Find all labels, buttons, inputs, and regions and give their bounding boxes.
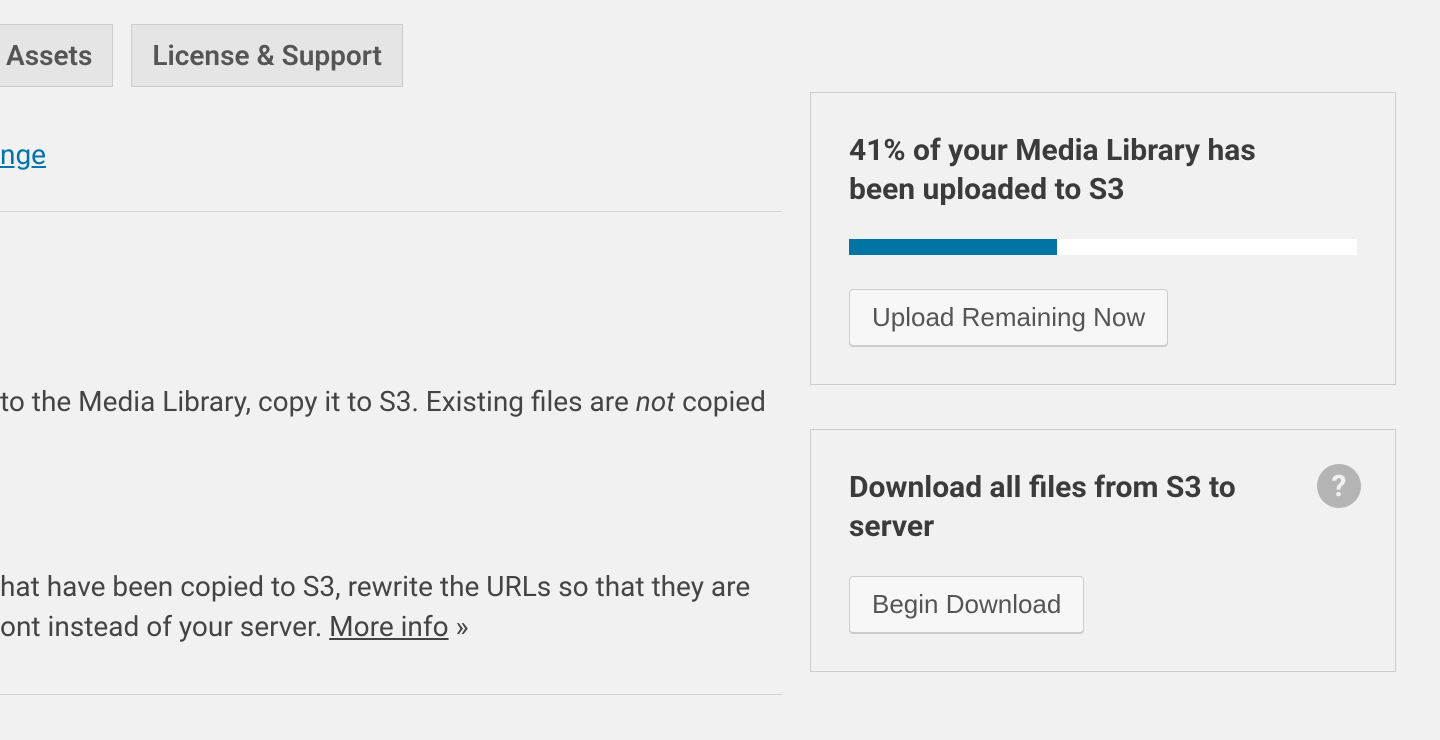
rewrite-urls-description: hat have been copied to S3, rewrite the … [0, 567, 782, 648]
upload-status-title: 41% of your Media Library has been uploa… [849, 131, 1357, 209]
rewrite-raquo: » [449, 610, 469, 643]
upload-remaining-button[interactable]: Upload Remaining Now [849, 289, 1168, 346]
begin-download-button[interactable]: Begin Download [849, 576, 1084, 633]
tab-license-support[interactable]: License & Support [131, 24, 403, 87]
tab-bar: Assets License & Support [0, 24, 403, 87]
upload-progress-bar [849, 239, 1357, 255]
help-icon[interactable]: ? [1317, 464, 1361, 508]
rewrite-line2-prefix: ont instead of your server. [0, 610, 329, 643]
sidebar: 41% of your Media Library has been uploa… [810, 92, 1396, 672]
copy-to-s3-description: to the Media Library, copy it to S3. Exi… [0, 382, 782, 423]
copy-text-em: not [636, 385, 675, 418]
copy-text-suffix: copied [675, 385, 766, 418]
tab-assets-label: Assets [6, 39, 92, 72]
tab-license-support-label: License & Support [152, 39, 382, 72]
change-link[interactable]: nge [0, 138, 782, 171]
download-card: ? Download all files from S3 to server B… [810, 429, 1396, 672]
divider [0, 694, 782, 695]
rewrite-line1: hat have been copied to S3, rewrite the … [0, 570, 750, 603]
settings-content: nge to the Media Library, copy it to S3.… [0, 94, 782, 695]
upload-progress-fill [849, 239, 1057, 255]
more-info-link[interactable]: More info [329, 610, 448, 643]
divider [0, 211, 782, 212]
upload-status-card: 41% of your Media Library has been uploa… [810, 92, 1396, 385]
download-card-title: Download all files from S3 to server [849, 468, 1357, 546]
tab-assets[interactable]: Assets [0, 24, 113, 87]
copy-text-prefix: to the Media Library, copy it to S3. Exi… [0, 385, 636, 418]
